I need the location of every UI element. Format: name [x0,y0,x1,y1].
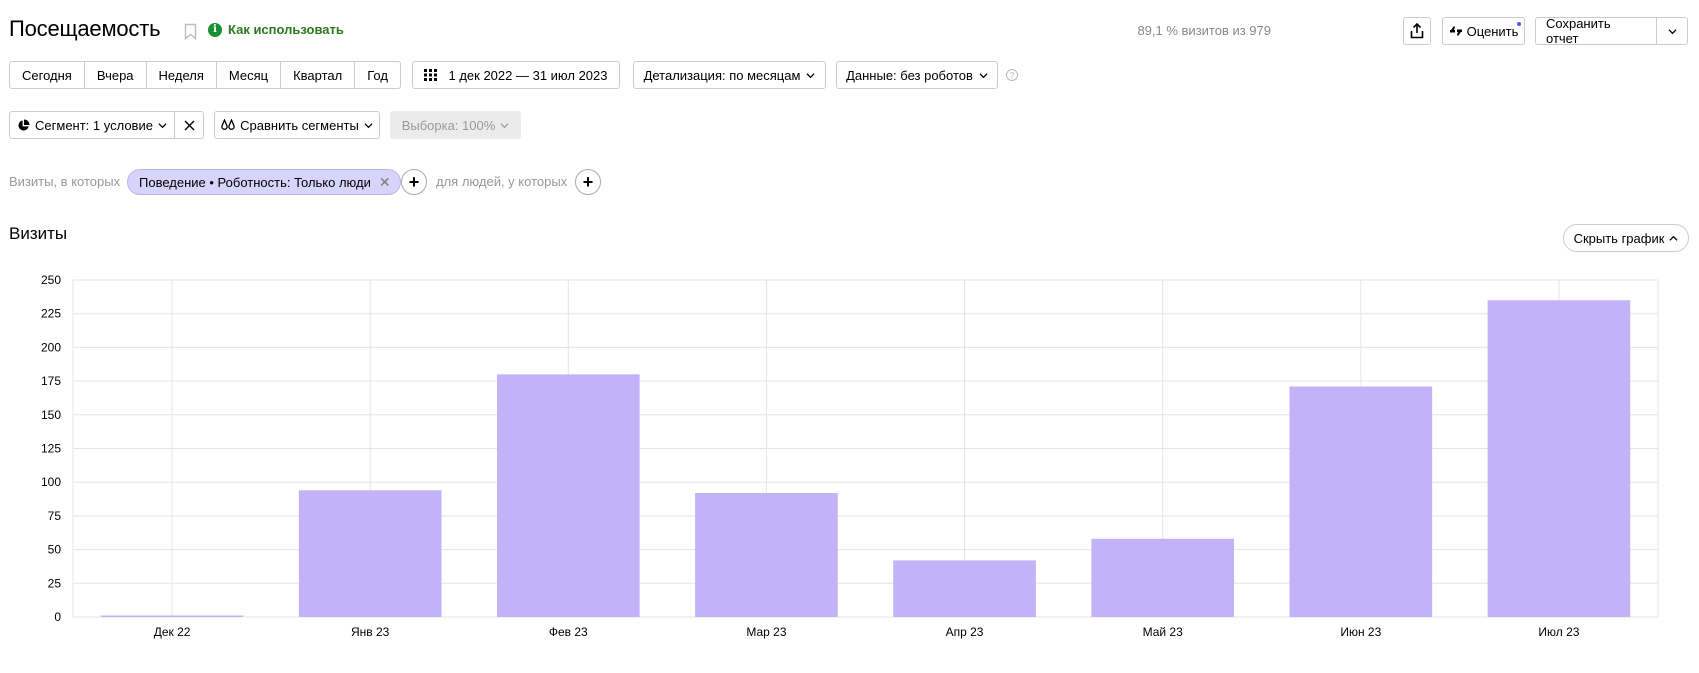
segment-label: Сегмент: 1 условие [35,117,153,133]
page-title: Посещаемость [9,16,161,41]
chevron-down-icon [500,122,509,128]
y-tick-label: 175 [41,374,61,388]
chevron-down-icon [364,122,373,128]
chart-section-title: Визиты [9,224,68,243]
detail-label: Детализация: по месяцам [643,67,801,83]
period-quarter[interactable]: Квартал [281,61,356,89]
period-today[interactable]: Сегодня [9,61,85,89]
x-tick-label: Мар 23 [746,625,786,639]
info-icon: i [208,22,222,37]
save-report-group: Сохранить отчет [1535,16,1688,46]
chevron-down-icon [979,72,988,78]
visits-bar-chart: 0 25 50 75 100 125 150 175 200 225 250 Дек 22 Янв 23… [41,273,1659,639]
hide-chart-button[interactable]: Скрыть график [1563,224,1689,252]
y-tick-label: 25 [48,576,62,590]
period-year[interactable]: Год [355,61,401,89]
calendar-icon [424,69,438,81]
segment-clear-button[interactable] [174,111,204,139]
y-tick-label: 150 [41,408,61,422]
chevron-down-icon [1667,28,1677,34]
add-user-condition-button[interactable]: + [575,169,601,195]
bar [298,490,442,617]
pie-segment-icon [18,118,30,131]
y-tick-label: 50 [48,543,62,557]
bar [100,615,244,617]
share-icon [1410,23,1424,39]
save-report-menu-button[interactable] [1656,17,1688,45]
data-filter-label: Данные: без роботов [846,67,973,83]
segment-dropdown[interactable]: Сегмент: 1 условие [9,111,175,139]
period-yesterday[interactable]: Вчера [84,61,147,89]
y-tick-label: 100 [41,475,61,489]
filter-chip-label: Поведение • Роботность: Только люди [139,174,371,190]
thumbs-icon [1449,26,1462,36]
y-tick-label: 200 [41,340,61,354]
plus-icon: + [408,171,420,192]
share-button[interactable] [1403,17,1431,45]
compare-icon [221,118,235,130]
x-tick-label: Фев 23 [549,625,588,639]
save-report-button[interactable]: Сохранить отчет [1535,16,1656,46]
filter-prefix-text: Визиты, в которых [9,174,121,189]
y-tick-label: 125 [41,442,61,456]
chip-remove-icon[interactable]: ✕ [379,174,391,191]
bar [893,560,1036,617]
x-tick-label: Июл 23 [1538,625,1579,639]
notification-dot [1516,21,1522,27]
y-tick-label: 225 [41,307,61,321]
bar [1091,538,1235,617]
compare-segments-dropdown[interactable]: Сравнить сегменты [214,111,380,139]
bar [1289,386,1433,617]
add-visit-condition-button[interactable]: + [401,169,427,195]
chevron-up-icon [1669,235,1678,241]
compare-label: Сравнить сегменты [240,117,359,133]
chevron-down-icon [158,122,167,128]
sample-dropdown[interactable]: Выборка: 100% [390,111,521,139]
x-tick-label: Июн 23 [1340,625,1381,639]
bookmark-icon[interactable] [184,23,197,40]
filter-suffix-text: для людей, у которых [436,174,568,189]
x-tick-label: Дек 22 [154,625,191,639]
how-to-use-label: Как использовать [228,22,344,37]
period-month[interactable]: Месяц [216,61,282,89]
rate-label: Оценить [1466,23,1519,39]
close-icon [184,120,194,130]
sample-label: Выборка: 100% [401,117,496,133]
date-range-button[interactable]: 1 дек 2022 — 31 июл 2023 [412,61,620,89]
y-tick-label: 250 [41,273,61,287]
y-tick-label: 0 [54,610,61,624]
bar [695,492,838,617]
x-tick-label: Янв 23 [351,625,390,639]
plus-icon: + [582,171,594,192]
period-selector: Сегодня Вчера Неделя Месяц Квартал Год [9,61,401,89]
rate-button[interactable]: Оценить [1442,17,1525,45]
sample-info-text: 89,1 % визитов из 979 [1137,23,1271,38]
x-tick-label: Май 23 [1143,625,1184,639]
bar [1487,300,1631,617]
chevron-down-icon [806,72,815,78]
period-week[interactable]: Неделя [146,61,217,89]
hide-chart-label: Скрыть график [1573,230,1665,246]
detail-dropdown[interactable]: Детализация: по месяцам [633,61,826,89]
filter-chip[interactable]: Поведение • Роботность: Только люди ✕ [127,169,401,195]
x-tick-label: Апр 23 [946,625,984,639]
bar [496,374,640,617]
date-range-label: 1 дек 2022 — 31 июл 2023 [448,67,608,83]
how-to-use-link[interactable]: i Как использовать [208,22,344,37]
data-filter-dropdown[interactable]: Данные: без роботов [836,61,998,89]
help-icon[interactable]: ? [1006,69,1018,81]
y-tick-label: 75 [48,509,62,523]
